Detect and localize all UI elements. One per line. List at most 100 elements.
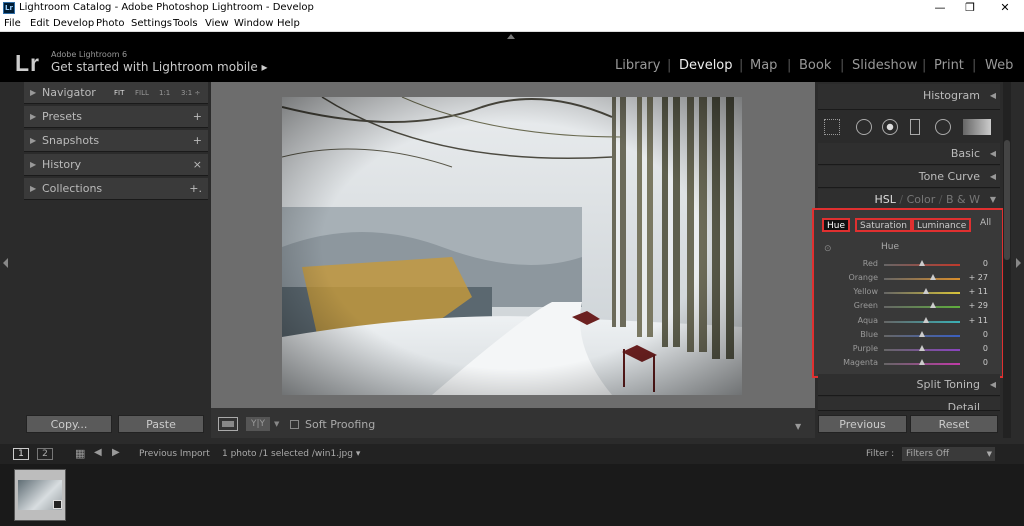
loupe-view-icon[interactable] [218,417,238,431]
adjustment-brush-icon[interactable] [963,119,991,135]
bw-mode[interactable]: B & W [946,193,980,206]
close-icon[interactable]: ✕ [990,0,1020,16]
hsl-tab-all[interactable]: All [980,218,991,228]
filmstrip-thumbnail[interactable] [14,469,66,521]
target-adjust-icon[interactable]: ⊙ [824,244,832,254]
menu-edit[interactable]: Edit [30,16,49,31]
collapse-top-icon[interactable] [507,34,515,39]
hue-slider-magenta[interactable]: Magenta 0 [814,356,1002,370]
slider-knob[interactable] [919,359,925,365]
add-collection-icon[interactable]: +. [189,178,202,200]
panel-presets[interactable]: ▶ Presets + [24,106,208,128]
panel-detail[interactable]: Detail [818,397,1000,411]
menu-file[interactable]: File [4,16,21,31]
menu-window[interactable]: Window [234,16,273,31]
soft-proofing-checkbox[interactable] [290,420,299,429]
hue-slider-aqua[interactable]: Aqua + 11 [814,314,1002,328]
red-eye-icon[interactable] [882,119,898,135]
panel-tone-curve[interactable]: Tone Curve ◀ [818,166,1000,188]
module-slideshow[interactable]: Slideshow [852,58,917,73]
hsl-tab-hue[interactable]: Hue [822,218,851,232]
panel-snapshots[interactable]: ▶ Snapshots + [24,130,208,152]
crop-overlay-icon[interactable] [824,119,840,135]
color-mode[interactable]: Color [907,193,936,206]
paste-button[interactable]: Paste [118,415,204,433]
previous-button[interactable]: Previous [818,415,907,433]
before-after-view-icon[interactable]: Y|Y [246,417,270,431]
slider-knob[interactable] [922,317,929,323]
forward-arrow-icon[interactable]: ▶ [112,447,120,458]
reset-button[interactable]: Reset [910,415,998,433]
grid-view-icon[interactable]: ▦ [75,447,85,460]
slider-value[interactable]: + 27 [966,273,988,282]
secondary-window-button[interactable]: 2 [37,448,53,460]
menu-tools[interactable]: Tools [173,16,198,31]
clear-history-icon[interactable]: × [193,154,202,176]
restore-icon[interactable]: ❐ [955,0,985,16]
add-preset-icon[interactable]: + [193,106,202,128]
filmstrip-info[interactable]: 1 photo /1 selected /win1.jpg ▾ [222,449,360,459]
panel-history[interactable]: ▶ History × [24,154,208,176]
hue-slider-purple[interactable]: Purple 0 [814,342,1002,356]
slider-value[interactable]: + 11 [966,287,988,296]
slider-knob[interactable] [919,345,925,351]
hue-slider-red[interactable]: Red 0 [814,257,1002,271]
slider-value[interactable]: 0 [966,259,988,268]
hsl-tab-luminance[interactable]: Luminance [912,218,972,232]
module-develop[interactable]: Develop [679,58,733,73]
panel-split-toning[interactable]: Split Toning ◀ [818,374,1000,396]
panel-histogram[interactable]: Histogram ◀ [818,84,1000,110]
menu-photo[interactable]: Photo [96,16,125,31]
module-library[interactable]: Library [615,58,660,73]
menu-develop[interactable]: Develop [53,16,94,31]
filter-select[interactable]: Filters Off ▼ [902,447,995,461]
slider-knob[interactable] [929,302,936,308]
filmstrip-source[interactable]: Previous Import [139,449,210,459]
slider-knob[interactable] [919,260,925,266]
hue-slider-yellow[interactable]: Yellow + 11 [814,285,1002,299]
collapse-left-panel-icon[interactable] [3,258,8,268]
hsl-tab-saturation[interactable]: Saturation [855,218,912,232]
panel-basic[interactable]: Basic ◀ [818,143,1000,165]
module-print[interactable]: Print [934,58,964,73]
spot-removal-icon[interactable] [856,119,872,135]
radial-filter-icon[interactable] [935,119,951,135]
primary-window-button[interactable]: 1 [13,448,29,460]
zoom-3-1[interactable]: 3:1 ÷ [181,82,200,104]
chevron-down-icon[interactable]: ▼ [274,420,279,428]
zoom-fill[interactable]: FILL [135,82,149,104]
slider-knob[interactable] [929,274,936,280]
back-arrow-icon[interactable]: ◀ [94,447,102,458]
slider-value[interactable]: 0 [966,330,988,339]
menu-settings[interactable]: Settings [131,16,172,31]
collapse-right-panel-icon[interactable] [1016,258,1021,268]
slider-track[interactable] [884,278,960,280]
module-map[interactable]: Map [750,58,777,73]
zoom-fit[interactable]: FIT [114,82,124,104]
slider-value[interactable]: 0 [966,344,988,353]
add-snapshot-icon[interactable]: + [193,130,202,152]
hsl-mode[interactable]: HSL [874,193,895,206]
slider-track[interactable] [884,306,960,308]
right-panel-scrollbar[interactable] [1003,82,1011,438]
panel-collections[interactable]: ▶ Collections +. [24,178,208,200]
zoom-1-1[interactable]: 1:1 [159,82,170,104]
hue-slider-blue[interactable]: Blue 0 [814,328,1002,342]
lightroom-mobile-link[interactable]: Get started with Lightroom mobile ▸ [51,60,268,74]
toolbar-options-icon[interactable]: ▼ [795,422,801,431]
minimize-icon[interactable]: — [925,0,955,16]
slider-value[interactable]: + 29 [966,301,988,310]
slider-knob[interactable] [922,288,929,294]
menu-help[interactable]: Help [277,16,300,31]
menu-view[interactable]: View [205,16,229,31]
hue-slider-green[interactable]: Green + 29 [814,299,1002,313]
slider-value[interactable]: 0 [966,358,988,367]
graduated-filter-icon[interactable] [910,119,920,135]
copy-button[interactable]: Copy... [26,415,112,433]
module-book[interactable]: Book [799,58,831,73]
slider-knob[interactable] [919,331,925,337]
right-panel-scroll-thumb[interactable] [1004,140,1010,260]
module-web[interactable]: Web [985,58,1013,73]
slider-value[interactable]: + 11 [966,316,988,325]
photo-preview[interactable] [282,97,742,395]
